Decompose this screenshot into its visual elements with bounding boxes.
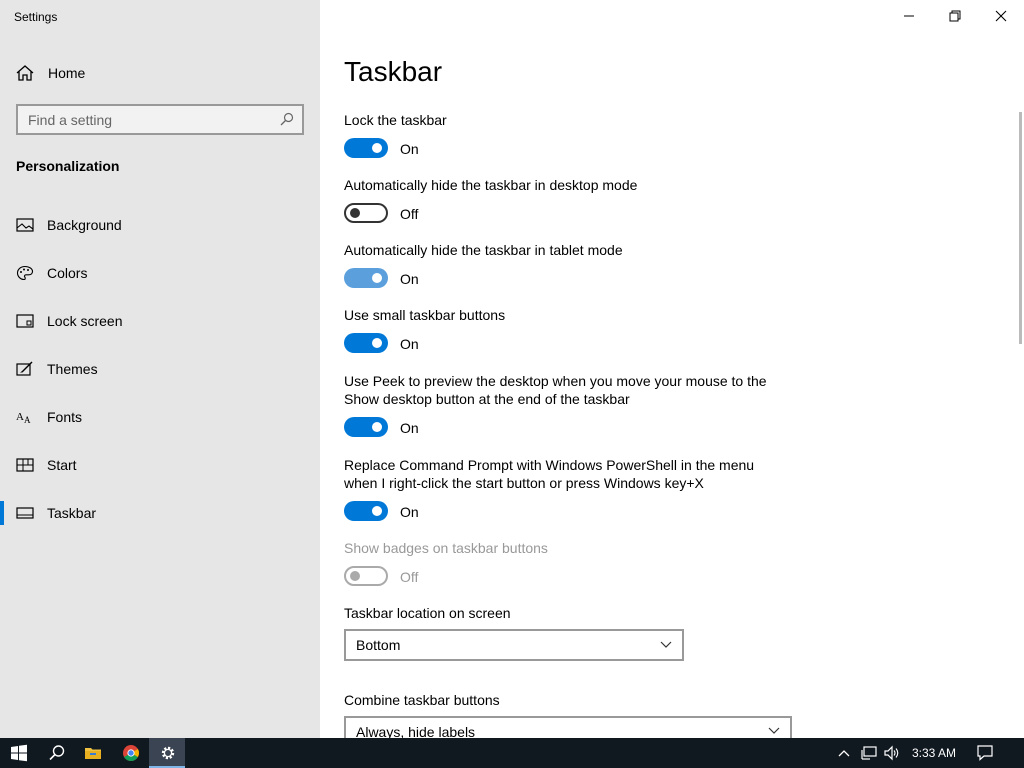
toggle-knob [350,208,360,218]
search-icon[interactable] [280,112,294,126]
autohide-tablet-toggle[interactable] [344,268,388,288]
page-title: Taskbar [344,56,443,87]
toggle-knob [372,506,382,516]
sidebar-item-label: Background [47,217,122,233]
sidebar-item-taskbar[interactable]: Taskbar [0,493,320,533]
setting-label: Replace Command Prompt with Windows Powe… [344,457,755,491]
dropdown-value: Always, hide labels [356,724,476,738]
lock-screen-icon [16,314,34,328]
chrome-button[interactable] [112,738,148,768]
sidebar-item-background[interactable]: Background [0,205,320,245]
search-input[interactable] [18,106,273,133]
toggle-knob [372,338,382,348]
sidebar-item-fonts[interactable]: A A Fonts [0,397,320,437]
location-dropdown[interactable]: Bottom [344,629,684,661]
clock[interactable]: 3:33 AM [912,746,956,760]
powershell-toggle[interactable] [344,501,388,521]
action-center-icon[interactable] [976,744,994,762]
setting-label: Use small taskbar buttons [344,307,506,323]
settings-taskbar-button[interactable] [149,738,185,768]
autohide-desktop-toggle[interactable] [344,203,388,223]
taskbar-icon [16,507,34,519]
selection-indicator [0,501,4,525]
sidebar-item-label: Start [47,457,77,473]
close-button[interactable] [978,0,1024,32]
toggle-state: Off [400,206,419,222]
toggle-state: Off [400,569,419,585]
search-button[interactable] [38,738,74,768]
combine-label: Combine taskbar buttons [344,692,500,708]
sidebar-item-start[interactable]: Start [0,445,320,485]
windows-taskbar: 3:33 AM [0,738,1024,768]
file-explorer-button[interactable] [74,738,110,768]
windows-logo-icon [11,744,27,762]
restore-icon [949,10,961,22]
minimize-button[interactable] [886,0,932,32]
palette-icon [16,265,34,281]
search-box[interactable] [16,104,304,135]
toggle-knob [372,422,382,432]
sidebar-item-label: Fonts [47,409,83,425]
toggle-knob [350,571,360,581]
chevron-down-icon [768,727,780,734]
section-title: Personalization [16,158,120,174]
peek-toggle[interactable] [344,417,388,437]
toggle-state: On [400,420,419,436]
chevron-up-icon[interactable] [837,744,851,762]
toggle-state: On [400,141,419,157]
sidebar-item-lock-screen[interactable]: Lock screen [0,301,320,341]
app-title: Settings [14,10,58,24]
close-icon [995,10,1007,22]
gear-icon [161,746,175,760]
location-label: Taskbar location on screen [344,605,511,621]
chevron-down-icon [660,641,672,648]
sidebar: Settings Home Personalization Background… [0,0,320,738]
start-tiles-icon [16,458,34,472]
svg-text:A: A [24,415,31,425]
toggle-knob [372,143,382,153]
restore-button[interactable] [932,0,978,32]
toggle-state: On [400,271,419,287]
scrollbar[interactable] [1019,112,1022,344]
volume-icon[interactable] [883,744,901,762]
sidebar-item-label: Colors [47,265,88,281]
sidebar-item-colors[interactable]: Colors [0,253,320,293]
network-icon[interactable] [860,744,878,762]
dropdown-value: Bottom [356,637,401,653]
picture-icon [16,218,34,232]
chrome-icon [123,745,139,761]
sidebar-item-label: Taskbar [47,505,97,521]
svg-text:A: A [16,411,24,423]
folder-icon [85,748,101,759]
start-button[interactable] [0,738,36,768]
minimize-icon [904,15,914,17]
setting-label: Lock the taskbar [344,112,447,128]
toggle-state: On [400,336,419,352]
setting-label: Automatically hide the taskbar in deskto… [344,177,638,193]
search-icon [49,745,65,761]
badges-toggle [344,566,388,586]
sidebar-item-themes[interactable]: Themes [0,349,320,389]
combine-dropdown[interactable]: Always, hide labels [344,716,792,738]
setting-label: Show badges on taskbar buttons [344,540,548,556]
toggle-knob [372,273,382,283]
setting-label: Use Peek to preview the desktop when you… [344,373,767,407]
home-icon [16,65,34,81]
brush-icon [16,361,33,376]
font-icon: A A [16,411,31,425]
sidebar-item-label: Lock screen [47,313,123,329]
sidebar-item-label: Themes [47,361,98,377]
toggle-state: On [400,504,419,520]
small-buttons-toggle[interactable] [344,333,388,353]
home-nav-item[interactable]: Home [0,56,320,90]
setting-label: Automatically hide the taskbar in tablet… [344,242,623,258]
home-label: Home [48,65,86,81]
lock-taskbar-toggle[interactable] [344,138,388,158]
